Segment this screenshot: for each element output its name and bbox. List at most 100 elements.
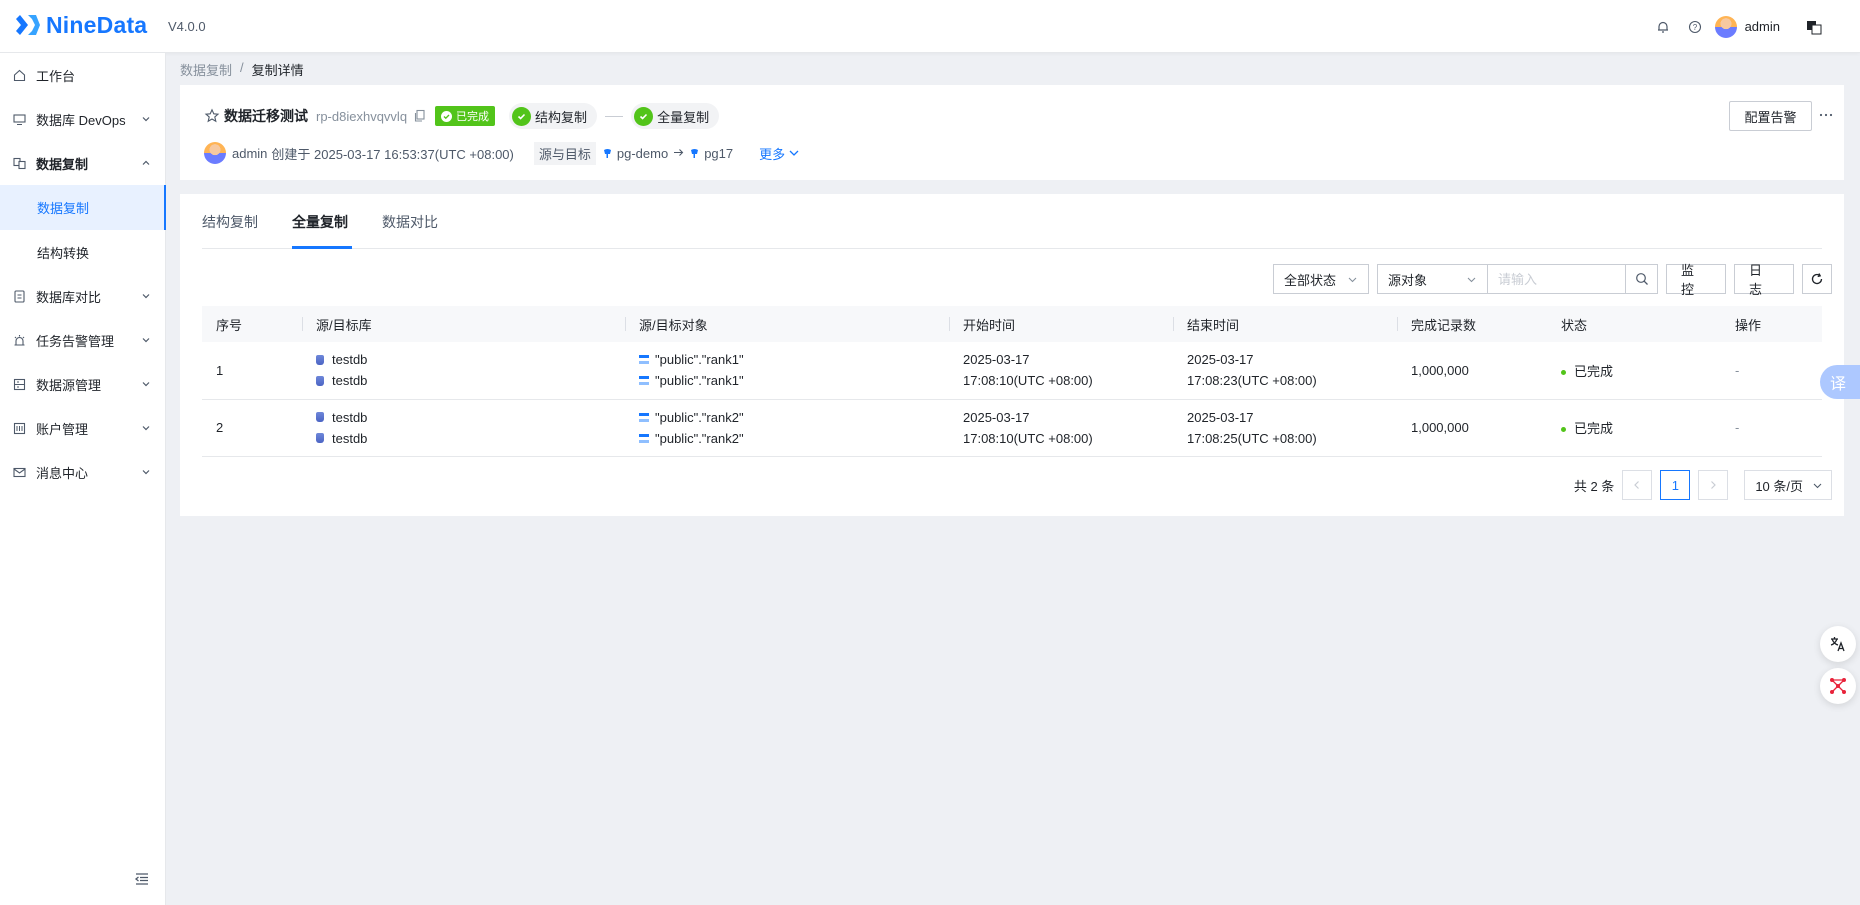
active-tab-indicator (292, 246, 352, 249)
status-filter-select[interactable]: 全部状态 (1273, 264, 1369, 294)
source-name[interactable]: pg-demo (617, 146, 668, 161)
header-actions: ? admin (1655, 0, 1860, 53)
check-circle-icon (441, 110, 453, 122)
records-cell: 1,000,000 (1397, 399, 1547, 457)
sidebar-item-replication[interactable]: 数据复制 (0, 141, 166, 185)
sidebar-item-devops[interactable]: 数据库 DevOps (0, 97, 166, 141)
network-float-button[interactable] (1820, 668, 1856, 704)
breadcrumb-current: 复制详情 (251, 63, 304, 78)
chevron-up-icon (142, 160, 150, 165)
translate-side-tab[interactable]: 译 (1820, 365, 1860, 399)
copy-icon[interactable] (413, 109, 427, 123)
brand-name: NineData (46, 11, 148, 38)
next-page-button[interactable] (1698, 470, 1729, 500)
target-name[interactable]: pg17 (704, 146, 733, 161)
page-button[interactable]: 1 (1660, 470, 1691, 500)
status-cell: 已完成 (1547, 399, 1721, 457)
sidebar-item-account[interactable]: 账户管理 (0, 406, 166, 450)
database-icon (316, 433, 324, 443)
chevron-left-icon (1634, 481, 1640, 489)
source-object: "public"."rank2" (655, 409, 744, 425)
sidebar-subitem-structure-conversion[interactable]: 结构转换 (0, 230, 166, 274)
brand-logo[interactable]: NineData (14, 11, 147, 39)
object-type-select[interactable]: 源对象 (1377, 264, 1488, 294)
star-icon[interactable] (204, 108, 220, 124)
user-name[interactable]: admin (1745, 19, 1780, 34)
home-icon (12, 68, 26, 82)
stage-label: 结构复制 (535, 109, 588, 125)
object-cell: "public"."rank1" "public"."rank1" (625, 342, 949, 400)
sidebar-item-label: 结构转换 (37, 245, 90, 261)
sidebar-item-task-alarm[interactable]: 任务告警管理 (0, 318, 166, 362)
source-db: testdb (332, 409, 368, 425)
tab-structure-copy[interactable]: 结构复制 (202, 212, 258, 232)
column-separator (1397, 317, 1398, 331)
tab-full-copy[interactable]: 全量复制 (292, 212, 348, 232)
page-size-select[interactable]: 10 条/页 (1744, 470, 1832, 500)
alarm-icon (12, 333, 26, 347)
search-button[interactable] (1626, 264, 1658, 294)
start-date: 2025-03-17 (963, 409, 1030, 425)
chevron-down-icon (1348, 277, 1357, 283)
target-db: testdb (332, 430, 368, 446)
sidebar-item-label: 工作台 (36, 68, 76, 84)
pagination: 共 2 条 1 10 条/页 (1574, 470, 1832, 500)
collapse-sidebar-icon[interactable] (134, 871, 150, 887)
search-input[interactable] (1488, 264, 1626, 294)
breadcrumb-parent[interactable]: 数据复制 (180, 60, 232, 79)
end-time-cell: 2025-03-17 17:08:25(UTC +08:00) (1173, 399, 1397, 457)
object-type-value: 源对象 (1388, 272, 1428, 288)
sidebar-item-workbench[interactable]: 工作台 (0, 53, 166, 97)
column-header: 序号 (202, 306, 302, 342)
row-number: 1 (202, 342, 302, 400)
column-header: 开始时间 (949, 306, 1173, 342)
log-button[interactable]: 日 志 (1734, 263, 1794, 297)
compare-icon (12, 289, 26, 303)
records-cell: 1,000,000 (1397, 342, 1547, 400)
translate-float-button[interactable] (1820, 626, 1856, 662)
table-icon (639, 376, 649, 386)
language-switch-icon[interactable] (1806, 19, 1822, 35)
sidebar-item-datasource[interactable]: 数据源管理 (0, 362, 166, 406)
chevron-down-icon (142, 426, 150, 431)
more-options-icon[interactable] (1818, 107, 1834, 123)
bell-icon[interactable] (1655, 19, 1671, 35)
table-row: 1 testdb testdb "public"."rank1" "public… (202, 342, 1822, 400)
column-header-label: 完成记录数 (1411, 317, 1477, 333)
sidebar-item-messages[interactable]: 消息中心 (0, 450, 166, 494)
configure-alert-button[interactable]: 配置告警 (1729, 101, 1812, 131)
column-header: 操作 (1721, 306, 1822, 342)
sidebar-item-label: 任务告警管理 (36, 333, 115, 349)
chevron-down-icon (1813, 483, 1822, 489)
table-header-row: 序号 源/目标库 源/目标对象 开始时间 结束时间 完成记录数 状态 操作 (202, 306, 1822, 342)
sidebar-item-label: 数据复制 (36, 156, 89, 172)
status-badge-label: 已完成 (456, 111, 490, 123)
version-label: V4.0.0 (168, 19, 206, 34)
monitor-button[interactable]: 监 控 (1666, 263, 1726, 297)
db-cell: testdb testdb (302, 399, 625, 457)
status-dot (1561, 427, 1566, 433)
sidebar-item-db-compare[interactable]: 数据库对比 (0, 274, 166, 318)
row-number: 2 (202, 399, 302, 457)
account-icon (12, 421, 26, 435)
chevron-down-icon (789, 150, 799, 156)
prev-page-button[interactable] (1622, 470, 1653, 500)
user-avatar[interactable] (1714, 15, 1737, 38)
check-circle-icon (634, 106, 654, 126)
arrow-right-icon (673, 146, 684, 161)
source-db: testdb (332, 352, 368, 368)
replicate-icon (12, 156, 26, 170)
column-header-label: 源/目标库 (316, 317, 372, 333)
tab-data-compare[interactable]: 数据对比 (382, 212, 438, 232)
column-separator (1173, 317, 1174, 331)
column-header-label: 结束时间 (1187, 317, 1240, 333)
sidebar-item-label: 消息中心 (36, 465, 89, 481)
more-link[interactable]: 更多 (759, 144, 800, 163)
refresh-button[interactable] (1802, 264, 1832, 294)
start-time: 17:08:10(UTC +08:00) (963, 430, 1093, 446)
sidebar-subitem-replication[interactable]: 数据复制 (0, 185, 166, 230)
column-header: 源/目标对象 (625, 306, 949, 342)
help-icon[interactable]: ? (1687, 19, 1703, 35)
sidebar-item-label: 数据库对比 (36, 289, 102, 305)
column-header: 完成记录数 (1397, 306, 1547, 342)
